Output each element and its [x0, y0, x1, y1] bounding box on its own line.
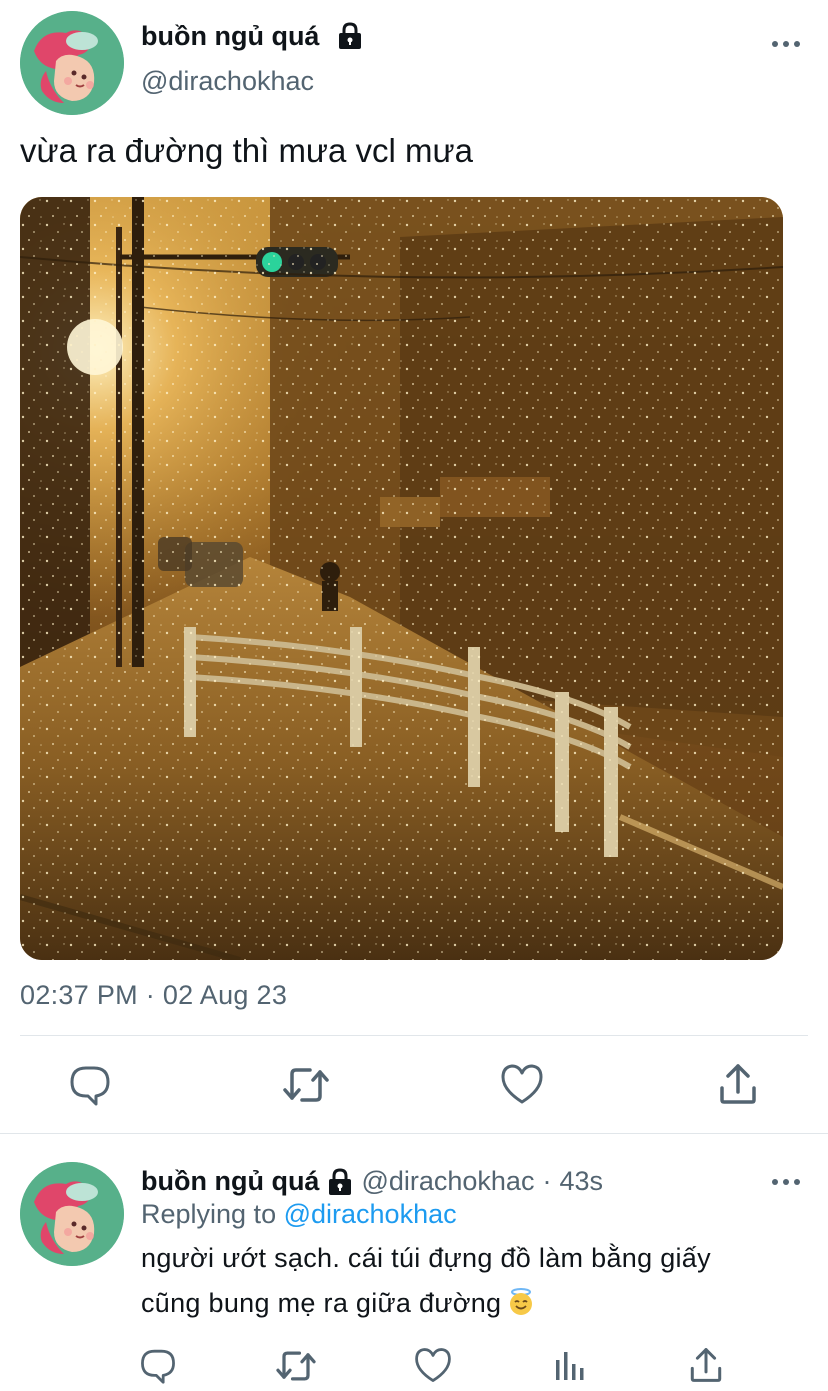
replying-to-label: Replying to: [141, 1199, 277, 1229]
halo-emoji-icon: [507, 1288, 535, 1316]
tweet-photo[interactable]: [20, 197, 783, 960]
retweet-icon[interactable]: [282, 1064, 330, 1106]
lock-icon: [335, 22, 365, 50]
more-icon[interactable]: [770, 32, 802, 56]
user-handle[interactable]: @dirachokhac: [361, 1166, 534, 1197]
retweet-icon[interactable]: [275, 1348, 317, 1384]
reply-time[interactable]: 43s: [559, 1166, 603, 1197]
user-handle[interactable]: @dirachokhac: [141, 66, 314, 97]
display-name[interactable]: buồn ngủ quá: [141, 21, 319, 52]
tweet-text: vừa ra đường thì mưa vcl mưa: [20, 132, 473, 169]
reply-text-line: người ướt sạch. cái túi đựng đồ làm bằng…: [141, 1243, 711, 1273]
reply-text-line-content: cũng bung mẹ ra giữa đường: [141, 1288, 502, 1318]
avatar[interactable]: [20, 1162, 124, 1266]
divider: [20, 1035, 808, 1036]
share-icon[interactable]: [717, 1062, 759, 1106]
replying-to: Replying to @dirachokhac: [141, 1199, 457, 1230]
reply-text-line: cũng bung mẹ ra giữa đường: [141, 1288, 535, 1319]
lock-icon: [325, 1167, 355, 1196]
heart-icon[interactable]: [413, 1346, 453, 1384]
reply-icon[interactable]: [139, 1346, 177, 1384]
reply-header: buồn ngủ quá @dirachokhac · 43s: [141, 1166, 603, 1197]
tweet-timestamp: 02:37 PM · 02 Aug 23: [20, 980, 288, 1010]
replying-to-link[interactable]: @dirachokhac: [284, 1199, 457, 1229]
more-icon[interactable]: [770, 1170, 802, 1194]
avatar[interactable]: [20, 11, 124, 115]
share-icon[interactable]: [688, 1346, 724, 1384]
reply-icon[interactable]: [68, 1062, 112, 1106]
divider: [0, 1133, 828, 1134]
display-name[interactable]: buồn ngủ quá: [141, 1166, 319, 1197]
heart-icon[interactable]: [499, 1062, 545, 1106]
separator: ·: [542, 1166, 552, 1196]
analytics-icon[interactable]: [553, 1348, 587, 1382]
